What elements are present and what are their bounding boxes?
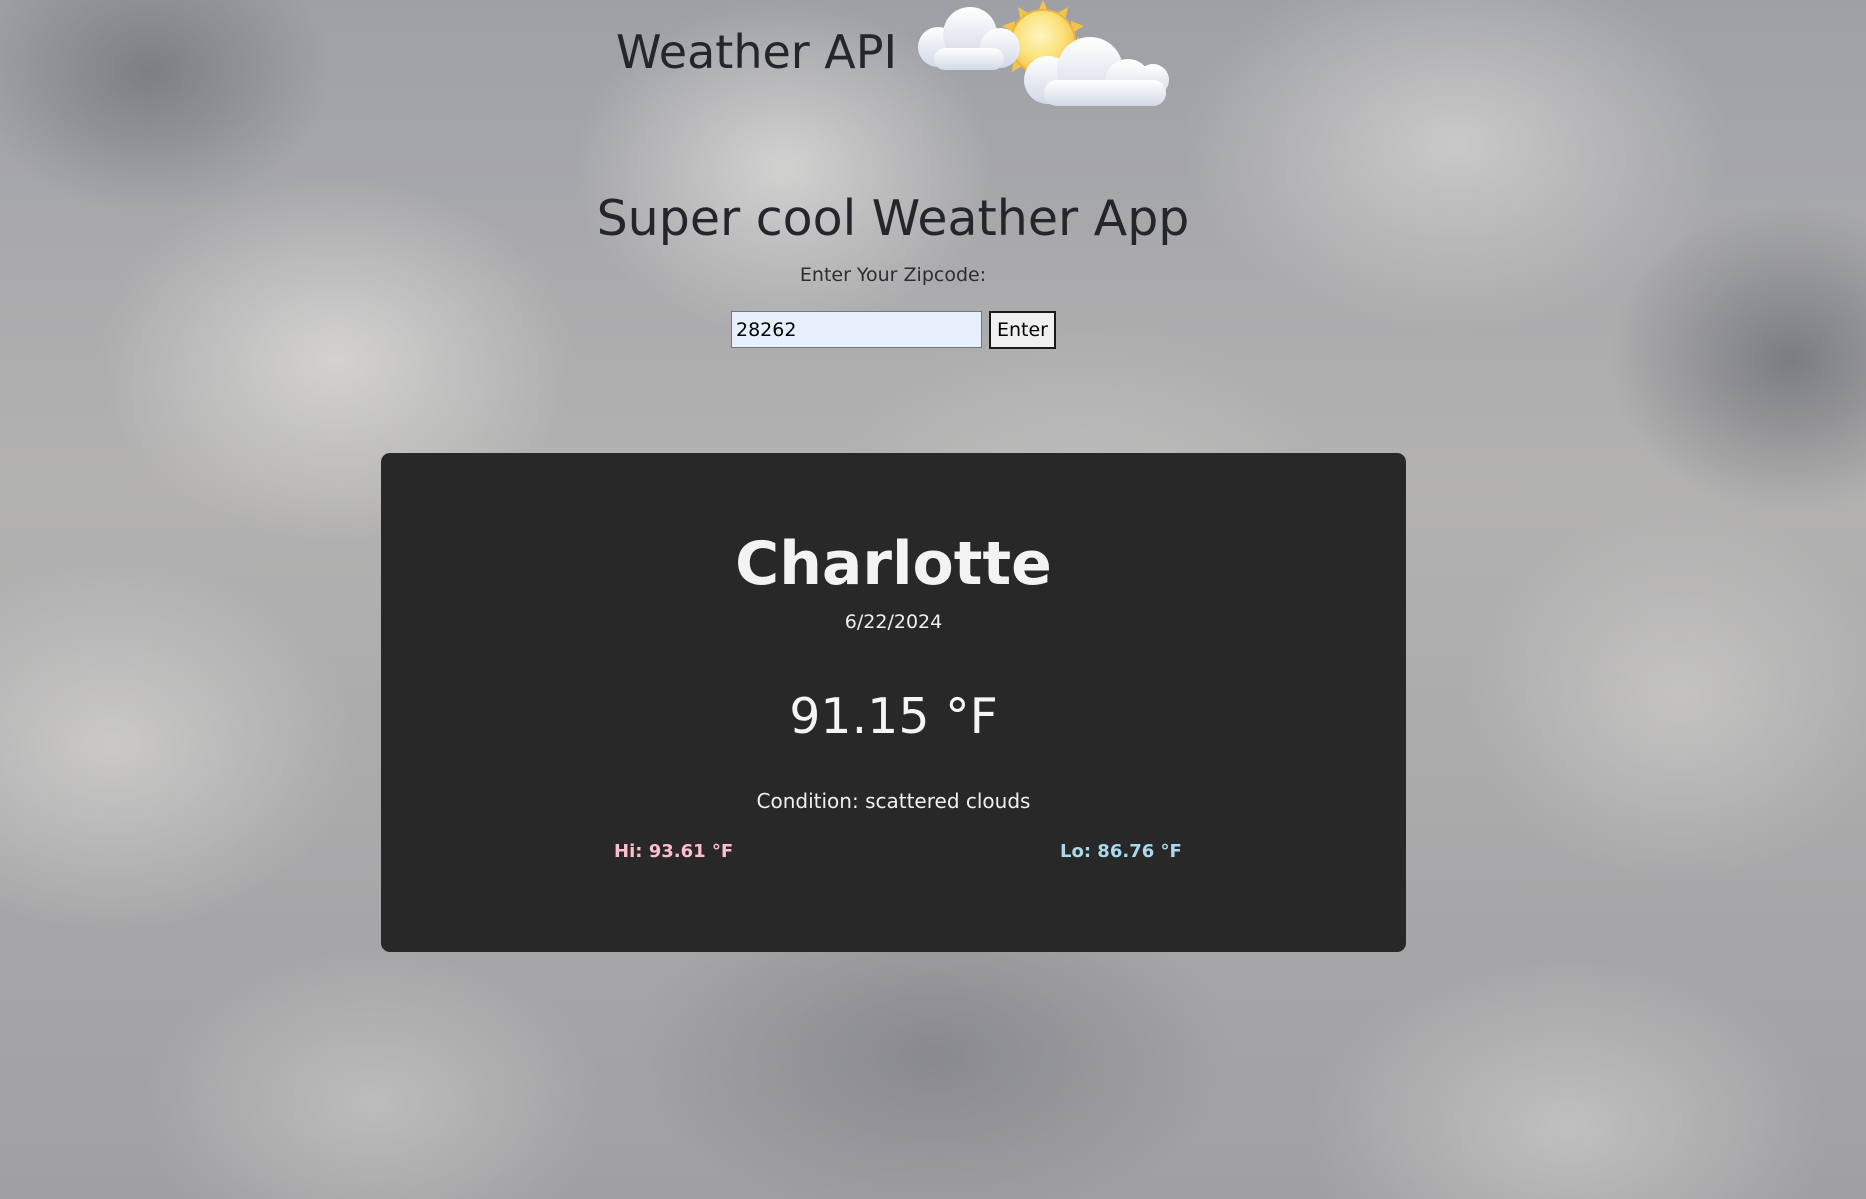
low-temperature: Lo: 86.76 °F [1060,841,1182,862]
small-cloud [918,7,1020,70]
city-name: Charlotte [735,529,1052,599]
high-temperature: Hi: 93.61 °F [614,841,734,862]
weather-card: Charlotte 6/22/2024 91.15 °F Condition: … [381,453,1406,952]
current-temperature: 91.15 °F [789,688,998,745]
weather-date: 6/22/2024 [844,611,943,633]
app-subtitle: Super cool Weather App [596,190,1190,247]
zipcode-input[interactable] [731,311,982,348]
enter-button[interactable]: Enter [989,311,1056,349]
app-title: Weather API [616,25,898,79]
app-header: Weather API [0,0,1866,120]
partly-cloudy-icon [918,0,1169,106]
zipcode-label: Enter Your Zipcode: [799,264,987,286]
weather-condition: Condition: scattered clouds [756,789,1031,813]
